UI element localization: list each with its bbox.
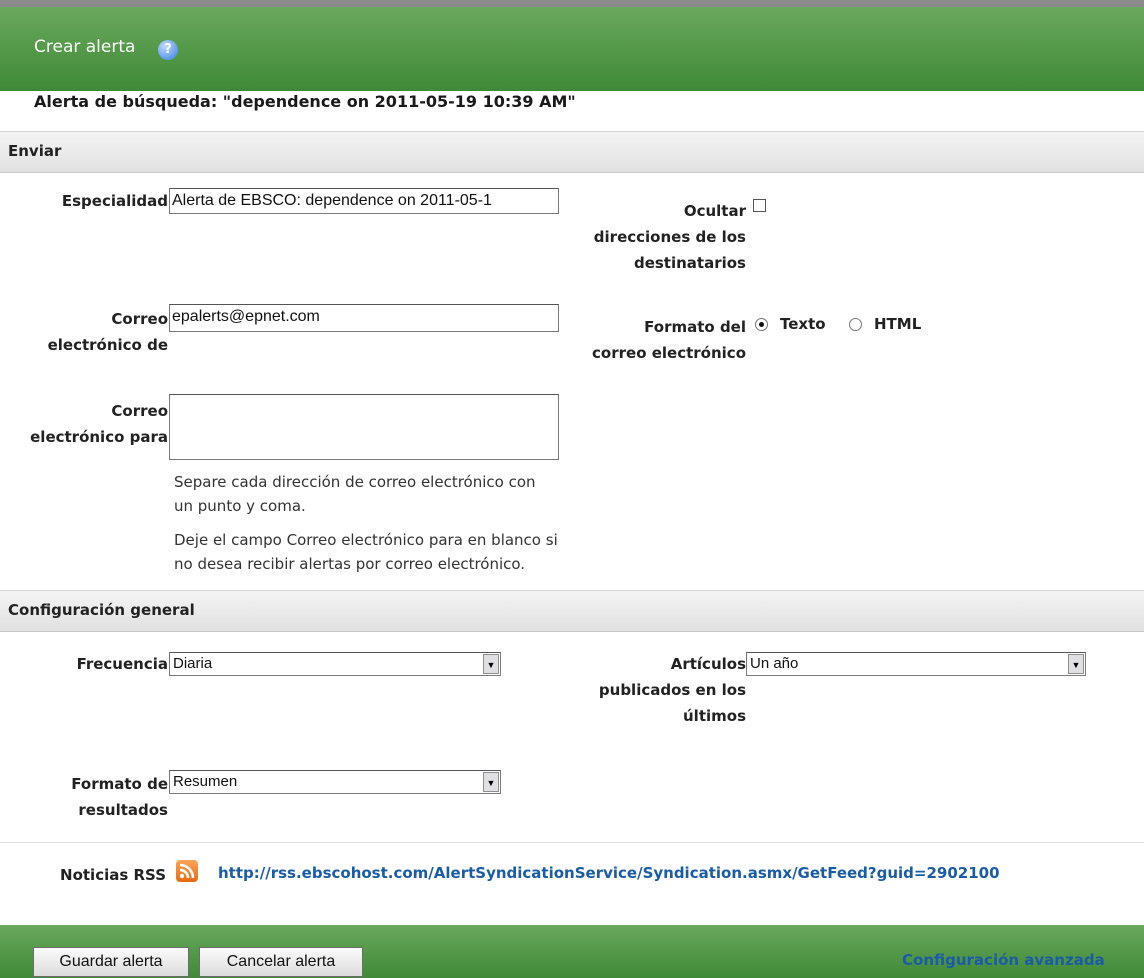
format-text-radio[interactable] [755,318,768,331]
to-email-label-line2: electrónico para [30,428,168,446]
footer-bar: Guardar alerta Cancelar alerta Configura… [0,925,1144,978]
to-email-label: Correo electrónico para [0,398,168,450]
send-section-title: Enviar [8,142,62,160]
hide-recipients-checkbox[interactable] [753,199,766,212]
articles-published-label-line2: publicados en los [598,681,746,699]
rss-divider [0,842,1144,843]
format-html-radio[interactable] [849,318,862,331]
blank-email-hint-line2: no desea recibir alertas por correo elec… [174,555,526,573]
from-email-label: Correo electrónico de [0,306,168,358]
page-title: Crear alerta [34,37,136,57]
articles-published-label: Artículos publicados en los últimos [560,651,746,729]
search-alert-title: Alerta de búsqueda: "dependence on 2011-… [34,92,576,111]
articles-published-value: Un año [750,655,799,672]
results-format-label-line2: resultados [78,801,168,819]
frequency-label: Frecuencia [76,655,168,673]
articles-published-select[interactable]: Un año ▼ [746,652,1086,676]
frequency-select[interactable]: Diaria ▼ [169,652,501,676]
chevron-down-icon[interactable]: ▼ [483,772,499,792]
hide-recipients-label-line2: direcciones de los [593,228,746,246]
to-email-textarea[interactable] [169,394,559,460]
hide-recipients-label: Ocultar direcciones de los destinatarios [560,198,746,276]
hide-recipients-label-line1: Ocultar [683,202,746,220]
cancel-alert-button[interactable]: Cancelar alerta [199,947,363,977]
blank-email-hint-line1: Deje el campo Correo electrónico para en… [174,531,558,549]
rss-feed-link[interactable]: http://rss.ebscohost.com/AlertSyndicatio… [218,864,1000,882]
separator-hint-line2: un punto y coma. [174,497,306,515]
subject-label: Especialidad [61,192,168,210]
separator-hint: Separe cada dirección de correo electrón… [174,470,574,518]
from-email-label-line1: Correo [111,310,168,328]
blank-email-hint: Deje el campo Correo electrónico para en… [174,528,574,576]
header-bar: Crear alerta ? [0,7,1144,91]
hide-recipients-label-line3: destinatarios [633,254,746,272]
articles-published-label-line1: Artículos [670,655,746,673]
results-format-value: Resumen [173,773,238,790]
help-icon[interactable]: ? [158,40,178,60]
general-section-title: Configuración general [8,601,195,619]
email-format-label-line1: Formato del [644,318,746,336]
subject-input[interactable]: Alerta de EBSCO: dependence on 2011-05-1 [169,188,559,214]
to-email-label-line1: Correo [111,402,168,420]
separator-hint-line1: Separe cada dirección de correo electrón… [174,473,536,491]
results-format-label-line1: Formato de [71,775,168,793]
articles-published-label-line3: últimos [683,707,746,725]
send-section-header: Enviar [0,131,1144,173]
frequency-value: Diaria [173,655,213,672]
save-alert-button[interactable]: Guardar alerta [33,947,189,977]
chevron-down-icon[interactable]: ▼ [1068,654,1084,674]
rss-icon[interactable] [176,860,198,882]
advanced-settings-link[interactable]: Configuración avanzada [902,951,1105,969]
general-section-header: Configuración general [0,590,1144,632]
email-format-label: Formato del correo electrónico [560,314,746,366]
chevron-down-icon[interactable]: ▼ [483,654,499,674]
rss-label: Noticias RSS [60,866,166,884]
results-format-label: Formato de resultados [0,771,168,823]
top-border [0,0,1144,7]
results-format-select[interactable]: Resumen ▼ [169,770,501,794]
format-html-label: HTML [874,315,922,333]
from-email-label-line2: electrónico de [47,336,168,354]
from-email-input[interactable]: epalerts@epnet.com [169,304,559,332]
format-text-label: Texto [780,315,826,333]
email-format-label-line2: correo electrónico [592,344,746,362]
